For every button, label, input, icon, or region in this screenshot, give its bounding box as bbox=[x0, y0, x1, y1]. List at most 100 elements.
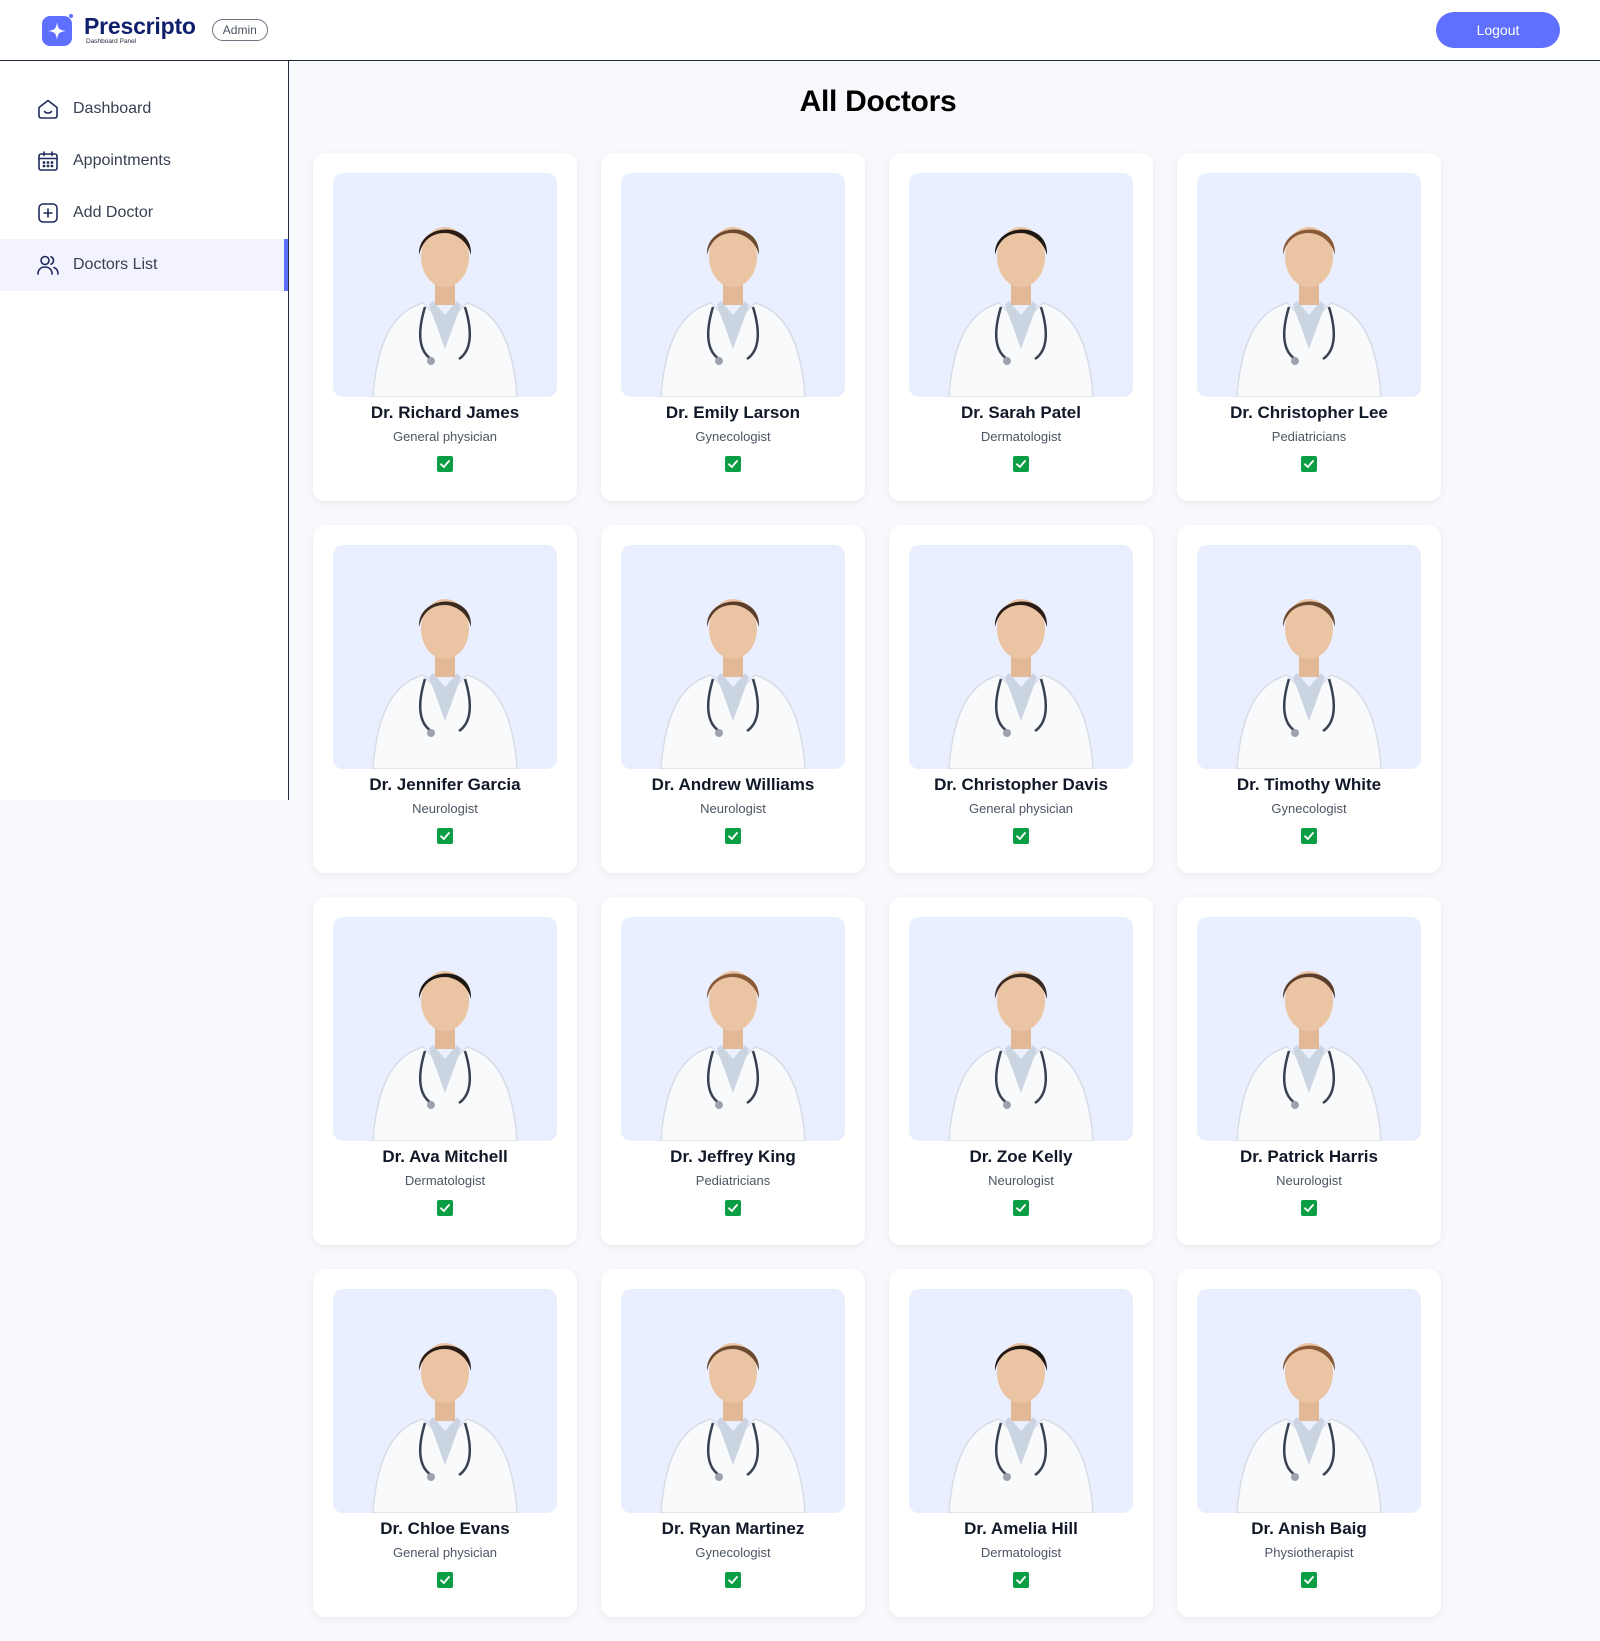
sidebar-item-label: Add Doctor bbox=[73, 204, 154, 221]
doctor-name: Dr. Chloe Evans bbox=[380, 1519, 510, 1538]
doctor-card[interactable]: Dr. Anish Baig Physiotherapist bbox=[1177, 1269, 1441, 1617]
checkmark-icon bbox=[728, 832, 738, 840]
sidebar-item-appointments[interactable]: Appointments bbox=[0, 135, 288, 187]
doctor-photo bbox=[909, 1289, 1133, 1513]
doctor-card[interactable]: Dr. Andrew Williams Neurologist bbox=[601, 525, 865, 873]
doctor-name: Dr. Richard James bbox=[370, 403, 520, 422]
checkmark-icon bbox=[440, 1576, 450, 1584]
doctor-photo bbox=[1197, 545, 1421, 769]
sidebar-item-dashboard[interactable]: Dashboard bbox=[0, 83, 288, 135]
availability-checkbox[interactable] bbox=[1013, 1572, 1029, 1588]
sidebar-item-add-doctor[interactable]: Add Doctor bbox=[0, 187, 288, 239]
doctor-name: Dr. Emily Larson bbox=[665, 403, 801, 422]
doctor-card[interactable]: Dr. Jeffrey King Pediatricians bbox=[601, 897, 865, 1245]
doctor-card[interactable]: Dr. Richard James General physician bbox=[313, 153, 577, 501]
doctor-card[interactable]: Dr. Ava Mitchell Dermatologist bbox=[313, 897, 577, 1245]
doctor-name: Dr. Amelia Hill bbox=[964, 1519, 1078, 1538]
sidebar-item-doctors-list[interactable]: Doctors List bbox=[0, 239, 288, 291]
doctor-name: Dr. Christopher Davis bbox=[934, 775, 1108, 794]
doctor-portrait-icon bbox=[372, 227, 518, 397]
doctor-name: Dr. Sarah Patel bbox=[960, 403, 1081, 422]
availability-checkbox[interactable] bbox=[1301, 828, 1317, 844]
availability-checkbox[interactable] bbox=[437, 828, 453, 844]
doctor-card[interactable]: Dr. Sarah Patel Dermatologist bbox=[889, 153, 1153, 501]
doctor-portrait-icon bbox=[948, 1343, 1094, 1513]
role-badge: Admin bbox=[211, 19, 268, 41]
checkmark-icon bbox=[440, 1204, 450, 1212]
availability-checkbox[interactable] bbox=[1013, 456, 1029, 472]
top-navbar: Prescripto Dashboard Panel Admin Logout bbox=[0, 0, 1600, 61]
doctor-photo bbox=[909, 545, 1133, 769]
doctor-name: Dr. Zoe Kelly bbox=[969, 1147, 1073, 1166]
doctor-portrait-icon bbox=[372, 971, 518, 1141]
availability-checkbox[interactable] bbox=[437, 456, 453, 472]
doctor-speciality: Physiotherapist bbox=[1264, 1545, 1354, 1560]
doctor-portrait-icon bbox=[660, 971, 806, 1141]
doctor-portrait-icon bbox=[1236, 599, 1382, 769]
doctor-name: Dr. Jeffrey King bbox=[670, 1147, 796, 1166]
doctor-photo bbox=[333, 917, 557, 1141]
availability-checkbox[interactable] bbox=[725, 1200, 741, 1216]
doctor-photo bbox=[1197, 917, 1421, 1141]
home-icon bbox=[35, 96, 61, 122]
doctor-name: Dr. Anish Baig bbox=[1251, 1519, 1367, 1538]
doctor-photo bbox=[621, 917, 845, 1141]
doctor-speciality: Pediatricians bbox=[695, 1173, 771, 1188]
doctor-speciality: Gynecologist bbox=[695, 1545, 771, 1560]
sidebar-item-label: Doctors List bbox=[73, 256, 158, 273]
checkmark-icon bbox=[1016, 832, 1026, 840]
doctor-portrait-icon bbox=[948, 599, 1094, 769]
checkmark-icon bbox=[728, 1204, 738, 1212]
availability-checkbox[interactable] bbox=[1301, 456, 1317, 472]
calendar-icon bbox=[35, 148, 61, 174]
availability-checkbox[interactable] bbox=[1301, 1200, 1317, 1216]
checkmark-icon bbox=[728, 1576, 738, 1584]
brand-name: Prescripto bbox=[84, 12, 196, 39]
doctor-card[interactable]: Dr. Patrick Harris Neurologist bbox=[1177, 897, 1441, 1245]
doctor-speciality: General physician bbox=[392, 1545, 498, 1560]
doctor-name: Dr. Timothy White bbox=[1236, 775, 1382, 794]
doctor-portrait-icon bbox=[1236, 227, 1382, 397]
logout-button[interactable]: Logout bbox=[1436, 12, 1560, 48]
doctor-card[interactable]: Dr. Christopher Lee Pediatricians bbox=[1177, 153, 1441, 501]
doctor-photo bbox=[1197, 1289, 1421, 1513]
availability-checkbox[interactable] bbox=[437, 1572, 453, 1588]
brand: Prescripto Dashboard Panel Admin bbox=[40, 12, 268, 48]
checkmark-icon bbox=[1304, 1204, 1314, 1212]
doctors-grid: Dr. Richard James General physician Dr. … bbox=[313, 153, 1441, 1617]
checkmark-icon bbox=[1016, 1204, 1026, 1212]
doctor-speciality: General physician bbox=[392, 429, 498, 444]
people-icon bbox=[35, 252, 61, 278]
availability-checkbox[interactable] bbox=[725, 828, 741, 844]
doctor-photo bbox=[333, 545, 557, 769]
doctor-speciality: Neurologist bbox=[1276, 1173, 1342, 1188]
doctor-card[interactable]: Dr. Chloe Evans General physician bbox=[313, 1269, 577, 1617]
doctor-portrait-icon bbox=[1236, 1343, 1382, 1513]
doctor-card[interactable]: Dr. Ryan Martinez Gynecologist bbox=[601, 1269, 865, 1617]
add-square-icon bbox=[35, 200, 61, 226]
availability-checkbox[interactable] bbox=[725, 456, 741, 472]
doctor-card[interactable]: Dr. Jennifer Garcia Neurologist bbox=[313, 525, 577, 873]
availability-checkbox[interactable] bbox=[437, 1200, 453, 1216]
availability-checkbox[interactable] bbox=[725, 1572, 741, 1588]
doctor-speciality: Neurologist bbox=[700, 801, 766, 816]
doctor-card[interactable]: Dr. Emily Larson Gynecologist bbox=[601, 153, 865, 501]
doctor-portrait-icon bbox=[372, 1343, 518, 1513]
checkmark-icon bbox=[1304, 832, 1314, 840]
checkmark-icon bbox=[728, 460, 738, 468]
doctor-card[interactable]: Dr. Amelia Hill Dermatologist bbox=[889, 1269, 1153, 1617]
doctor-speciality: Dermatologist bbox=[980, 429, 1062, 444]
checkmark-icon bbox=[1304, 1576, 1314, 1584]
sidebar-item-label: Dashboard bbox=[73, 100, 152, 117]
doctor-portrait-icon bbox=[948, 227, 1094, 397]
availability-checkbox[interactable] bbox=[1013, 1200, 1029, 1216]
doctor-speciality: Dermatologist bbox=[404, 1173, 486, 1188]
doctor-card[interactable]: Dr. Zoe Kelly Neurologist bbox=[889, 897, 1153, 1245]
doctor-name: Dr. Christopher Lee bbox=[1230, 403, 1388, 422]
doctor-card[interactable]: Dr. Christopher Davis General physician bbox=[889, 525, 1153, 873]
doctor-name: Dr. Ava Mitchell bbox=[382, 1147, 508, 1166]
doctor-card[interactable]: Dr. Timothy White Gynecologist bbox=[1177, 525, 1441, 873]
availability-checkbox[interactable] bbox=[1013, 828, 1029, 844]
availability-checkbox[interactable] bbox=[1301, 1572, 1317, 1588]
doctor-name: Dr. Ryan Martinez bbox=[661, 1519, 805, 1538]
